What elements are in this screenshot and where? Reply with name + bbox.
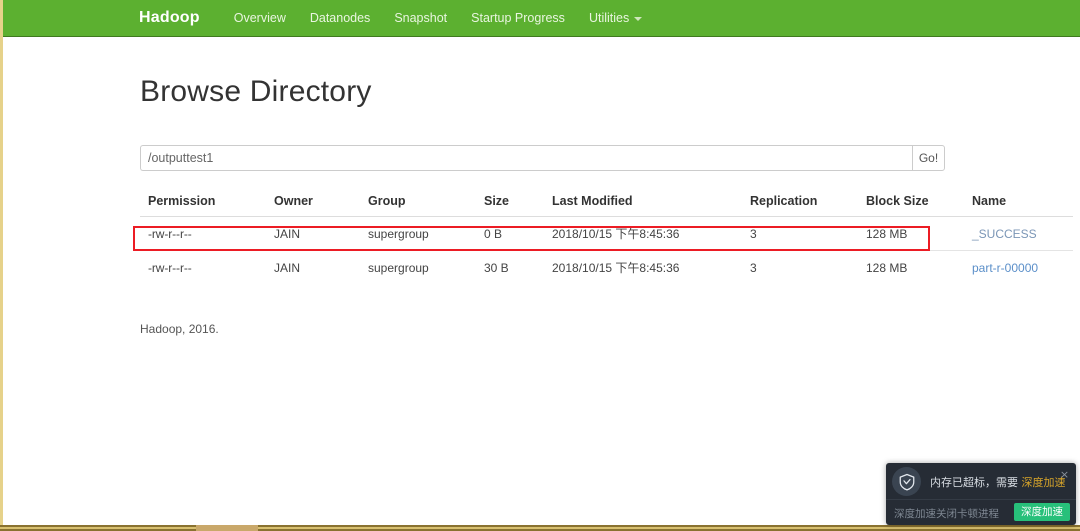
file-link[interactable]: part-r-00000 (972, 261, 1038, 275)
cell-permission: -rw-r--r-- (140, 216, 266, 251)
toast-subtext: 深度加速关闭卡顿进程 (894, 508, 999, 520)
column-header-permission: Permission (140, 190, 266, 217)
cell-last-modified: 2018/10/15 下午8:45:36 (544, 216, 742, 251)
cell-owner: JAIN (266, 216, 360, 251)
nav-link-overview[interactable]: Overview (222, 11, 298, 25)
horizontal-scrollbar[interactable] (0, 525, 1080, 531)
cell-block-size: 128 MB (866, 260, 908, 275)
cell-name: _SUCCESS (964, 216, 1073, 251)
column-header-size: Size (476, 190, 544, 217)
cell-last-modified: 2018/10/15 下午8:45:36 (552, 261, 680, 275)
cell-group: supergroup (368, 260, 429, 275)
directory-listing-table: Permission Owner Group Size Last Modifie… (140, 190, 1073, 284)
column-header-owner: Owner (266, 190, 360, 217)
cell-size: 0 B (476, 216, 544, 251)
toast-message: 内存已超标，需要 深度加速 (930, 474, 1066, 490)
cell-owner: JAIN (274, 260, 301, 275)
nav-link-utilities-label: Utilities (588, 11, 630, 25)
column-header-replication: Replication (742, 190, 858, 217)
path-bar: Go! (140, 145, 945, 171)
cell-permission: -rw-r--r-- (148, 260, 192, 275)
nav-link-datanodes[interactable]: Datanodes (298, 11, 382, 25)
nav-link-snapshot[interactable]: Snapshot (382, 11, 459, 25)
scrollbar-thumb[interactable] (196, 525, 258, 531)
table-header-row: Permission Owner Group Size Last Modifie… (140, 190, 1073, 217)
cell-group: supergroup (360, 216, 476, 251)
brand-hadoop[interactable]: Hadoop (139, 9, 200, 27)
column-header-name: Name (964, 190, 1073, 217)
table-row: -rw-r--r-- JAIN supergroup 30 B 2018/10/… (140, 251, 1073, 285)
page-title: Browse Directory (140, 75, 372, 108)
column-header-last-modified: Last Modified (544, 190, 742, 217)
file-link[interactable]: _SUCCESS (972, 227, 1037, 241)
top-navbar: Hadoop Overview Datanodes Snapshot Start… (3, 0, 1080, 37)
toast-message-prefix: 内存已超标，需要 (930, 476, 1022, 489)
cell-replication: 3 (750, 260, 757, 275)
system-toast-notification: 内存已超标，需要 深度加速 × 深度加速关闭卡顿进程 深度加速 (886, 463, 1076, 525)
nav-link-startup-progress[interactable]: Startup Progress (459, 11, 577, 25)
column-header-group: Group (360, 190, 476, 217)
scrollbar-track (0, 527, 1080, 529)
cell-name: part-r-00000 (964, 251, 1073, 285)
cell-replication: 3 (742, 216, 858, 251)
directory-path-input[interactable] (140, 145, 912, 171)
column-header-block-size: Block Size (858, 190, 964, 217)
table-row: -rw-r--r-- JAIN supergroup 0 B 2018/10/1… (140, 216, 1073, 251)
chevron-down-icon (634, 16, 643, 21)
shield-icon (892, 467, 921, 496)
browser-left-edge (0, 0, 3, 525)
nav-link-utilities[interactable]: Utilities (577, 11, 654, 25)
cell-size: 30 B (484, 260, 509, 275)
close-icon[interactable]: × (1059, 469, 1070, 480)
footer-note: Hadoop, 2016. (140, 322, 219, 336)
toast-accelerate-button[interactable]: 深度加速 (1014, 503, 1070, 521)
go-button[interactable]: Go! (912, 145, 945, 171)
cell-block-size: 128 MB (858, 216, 964, 251)
main-container: Browse Directory Go! Permission Owner Gr… (140, 37, 1073, 336)
